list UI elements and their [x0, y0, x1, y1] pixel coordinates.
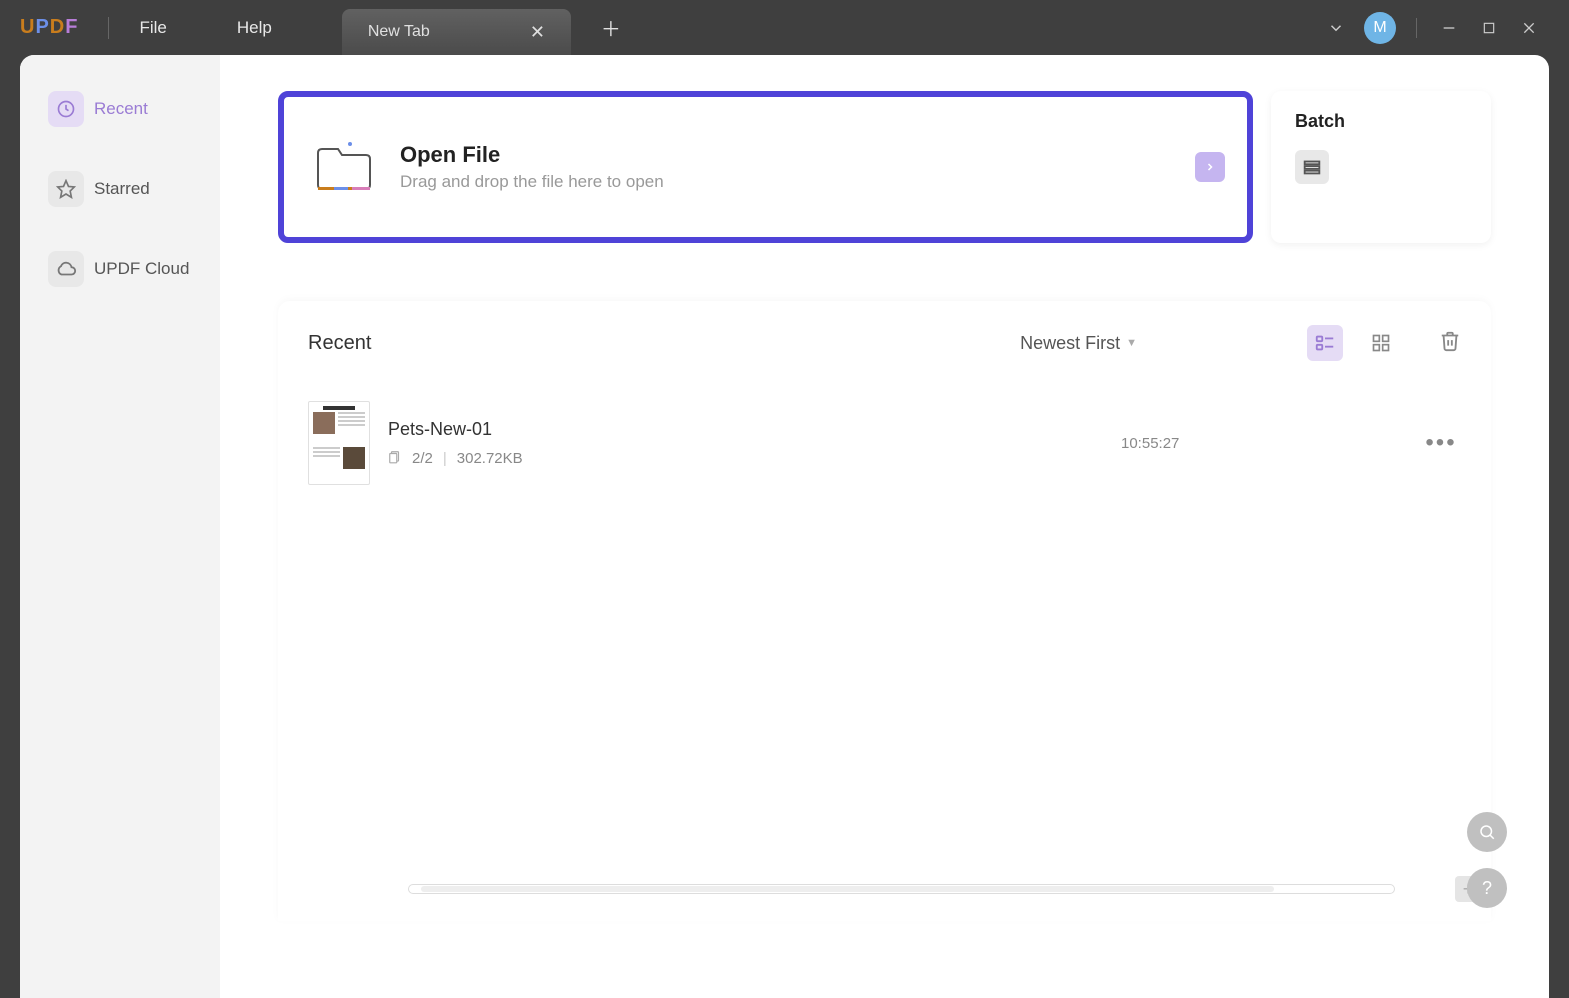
sidebar-item-starred[interactable]: Starred — [38, 163, 202, 215]
maximize-button[interactable] — [1469, 8, 1509, 48]
delete-button[interactable] — [1439, 330, 1461, 357]
batch-combine-button[interactable] — [1295, 150, 1329, 184]
star-icon — [48, 171, 84, 207]
divider — [108, 17, 109, 39]
clock-icon — [48, 91, 84, 127]
folder-icon — [314, 139, 374, 195]
titlebar: UPDF File Help New Tab ✕ ＋ M — [0, 0, 1569, 55]
sidebar-item-label: Recent — [94, 99, 148, 119]
file-row[interactable]: Pets-New-01 2/2 | 302.72KB 10:55:27 ••• — [308, 391, 1461, 495]
file-time: 10:55:27 — [1121, 435, 1421, 452]
bottom-scrollbar: + — [308, 869, 1481, 909]
recent-heading: Recent — [308, 332, 371, 355]
sidebar: Recent Starred UPDF Cloud — [20, 55, 220, 998]
scrollbar-thumb[interactable] — [421, 886, 1274, 892]
open-file-title: Open File — [400, 142, 664, 168]
file-name: Pets-New-01 — [388, 419, 1121, 440]
avatar-letter: M — [1373, 19, 1386, 37]
help-button[interactable]: ? — [1467, 868, 1507, 908]
sort-dropdown[interactable]: Newest First ▼ — [1020, 333, 1137, 354]
sidebar-item-label: Starred — [94, 179, 150, 199]
app-body: Recent Starred UPDF Cloud — [20, 55, 1549, 998]
more-options-button[interactable]: ••• — [1421, 429, 1461, 457]
pages-icon — [388, 450, 402, 468]
open-file-subtitle: Drag and drop the file here to open — [400, 172, 664, 192]
open-file-card[interactable]: Open File Drag and drop the file here to… — [278, 91, 1253, 243]
menu-file[interactable]: File — [139, 18, 166, 38]
file-pages: 2/2 — [412, 450, 433, 467]
minimize-button[interactable] — [1429, 8, 1469, 48]
cloud-icon — [48, 251, 84, 287]
batch-title: Batch — [1295, 111, 1467, 132]
divider — [1416, 18, 1417, 38]
view-grid-button[interactable] — [1363, 325, 1399, 361]
batch-card: Batch — [1271, 91, 1491, 243]
close-icon[interactable]: ✕ — [530, 22, 545, 43]
close-button[interactable] — [1509, 8, 1549, 48]
view-list-button[interactable] — [1307, 325, 1343, 361]
file-thumbnail — [308, 401, 370, 485]
app-logo: UPDF — [20, 16, 78, 39]
sidebar-item-recent[interactable]: Recent — [38, 83, 202, 135]
sidebar-item-cloud[interactable]: UPDF Cloud — [38, 243, 202, 295]
content: Open File Drag and drop the file here to… — [220, 55, 1549, 998]
search-button[interactable] — [1467, 812, 1507, 852]
sidebar-item-label: UPDF Cloud — [94, 259, 189, 279]
chevron-down-icon[interactable] — [1316, 8, 1356, 48]
recent-panel: Recent Newest First ▼ — [278, 301, 1491, 921]
caret-down-icon: ▼ — [1126, 337, 1137, 349]
new-tab-button[interactable]: ＋ — [601, 13, 621, 42]
tab-label: New Tab — [368, 23, 430, 41]
scrollbar-track[interactable] — [408, 884, 1395, 894]
chevron-right-icon[interactable] — [1195, 152, 1225, 182]
avatar[interactable]: M — [1364, 12, 1396, 44]
sort-label: Newest First — [1020, 333, 1120, 354]
file-size: 302.72KB — [457, 450, 523, 467]
tab-new-tab[interactable]: New Tab ✕ — [342, 9, 571, 55]
menu-help[interactable]: Help — [237, 18, 272, 38]
separator: | — [443, 450, 447, 467]
